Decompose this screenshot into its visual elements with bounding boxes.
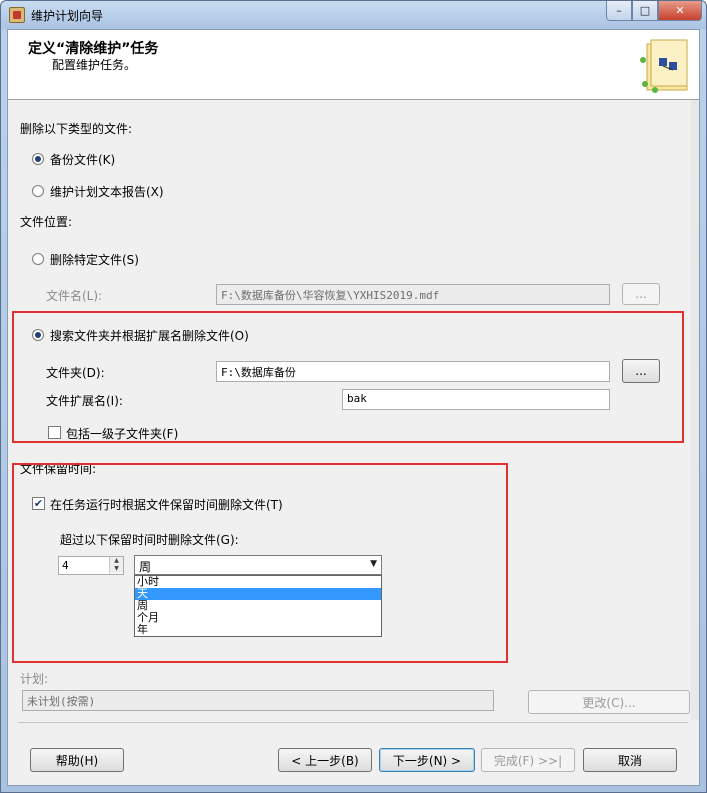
dropdown-option-selected[interactable]: 天 xyxy=(135,588,381,600)
page-subtitle: 配置维护任务。 xyxy=(52,58,137,72)
dropdown-option[interactable]: 小时 xyxy=(135,576,381,588)
retention-unit-dropdown: 小时 天 周 个月 年 xyxy=(134,575,382,637)
delete-on-run-label[interactable]: 在任务运行时根据文件保留时间删除文件(T) xyxy=(50,496,283,513)
file-extension-field[interactable]: bak xyxy=(342,389,610,410)
maintenance-report-label[interactable]: 维护计划文本报告(X) xyxy=(50,183,164,200)
retention-amount-value: 4 xyxy=(62,559,69,572)
retention-unit-value: 周 xyxy=(139,560,152,574)
schedule-label: 计划: xyxy=(20,672,49,686)
app-icon xyxy=(9,7,25,23)
folder-browse-button[interactable]: ... xyxy=(622,359,660,383)
window-title: 维护计划向导 xyxy=(31,9,104,23)
back-button[interactable]: < 上一步(B) xyxy=(278,748,372,772)
page-title: 定义“清除维护”任务 xyxy=(28,41,159,57)
delete-type-label: 删除以下类型的文件: xyxy=(20,122,133,136)
include-subfolder-checkbox[interactable] xyxy=(48,426,61,439)
next-button[interactable]: 下一步(N) > xyxy=(379,748,475,772)
dropdown-option[interactable]: 年 xyxy=(135,624,381,636)
wizard-window: 维护计划向导 – □ ✕ 定义“清除维护”任务 配置维护任务。 删除以下类型的文… xyxy=(0,0,707,793)
folder-field[interactable]: F:\数据库备份 xyxy=(216,361,610,382)
file-extension-label: 文件扩展名(I): xyxy=(46,394,123,408)
search-folder-radio[interactable] xyxy=(32,329,44,341)
footer-divider xyxy=(18,722,688,723)
older-than-label: 超过以下保留时间时删除文件(G): xyxy=(60,533,239,547)
stepper-up-icon[interactable]: ▲ xyxy=(110,557,123,565)
search-folder-label[interactable]: 搜索文件夹并根据扩展名删除文件(O) xyxy=(50,327,249,344)
finish-button[interactable]: 完成(F) >>| xyxy=(481,748,575,772)
backup-files-radio[interactable] xyxy=(32,153,44,165)
delete-on-run-checkbox[interactable]: ✔ xyxy=(32,497,45,510)
file-name-browse-button[interactable]: ... xyxy=(622,283,660,305)
delete-specific-file-radio[interactable] xyxy=(32,253,44,265)
scrollbar[interactable] xyxy=(691,100,699,720)
maximize-button[interactable]: □ xyxy=(632,1,658,21)
wizard-client-area: 定义“清除维护”任务 配置维护任务。 删除以下类型的文件: 备份文件(K) 维护… xyxy=(7,29,700,786)
wizard-header: 定义“清除维护”任务 配置维护任务。 xyxy=(8,30,699,100)
change-schedule-button[interactable]: 更改(C)... xyxy=(528,690,690,714)
dropdown-option[interactable]: 个月 xyxy=(135,612,381,624)
backup-files-label[interactable]: 备份文件(K) xyxy=(50,151,115,168)
close-button[interactable]: ✕ xyxy=(658,1,702,21)
schedule-field[interactable]: 未计划(按需) xyxy=(22,690,494,711)
retention-label: 文件保留时间: xyxy=(20,462,97,476)
dropdown-option[interactable]: 周 xyxy=(135,600,381,612)
title-bar[interactable]: 维护计划向导 – □ ✕ xyxy=(1,1,706,29)
maintenance-report-radio[interactable] xyxy=(32,185,44,197)
stepper-down-icon[interactable]: ▼ xyxy=(110,565,123,573)
chevron-down-icon[interactable]: ▼ xyxy=(370,559,377,569)
file-name-label: 文件名(L): xyxy=(46,289,103,303)
retention-unit-select[interactable]: 周 ▼ xyxy=(134,555,382,575)
minimize-button[interactable]: – xyxy=(606,1,632,21)
folder-label: 文件夹(D): xyxy=(46,366,105,380)
wizard-footer: 帮助(H) < 上一步(B) 下一步(N) > 完成(F) >>| 取消 xyxy=(8,722,699,786)
file-location-label: 文件位置: xyxy=(20,215,73,229)
wizard-graphic-icon xyxy=(640,39,688,93)
include-subfolder-label[interactable]: 包括一级子文件夹(F) xyxy=(66,425,178,442)
help-button[interactable]: 帮助(H) xyxy=(30,748,124,772)
cancel-button[interactable]: 取消 xyxy=(583,748,677,772)
delete-specific-file-label[interactable]: 删除特定文件(S) xyxy=(50,251,139,268)
file-name-field[interactable]: F:\数据库备份\华容恢复\YXHIS2019.mdf xyxy=(216,284,610,305)
retention-amount-stepper[interactable]: 4 ▲ ▼ xyxy=(58,556,124,575)
